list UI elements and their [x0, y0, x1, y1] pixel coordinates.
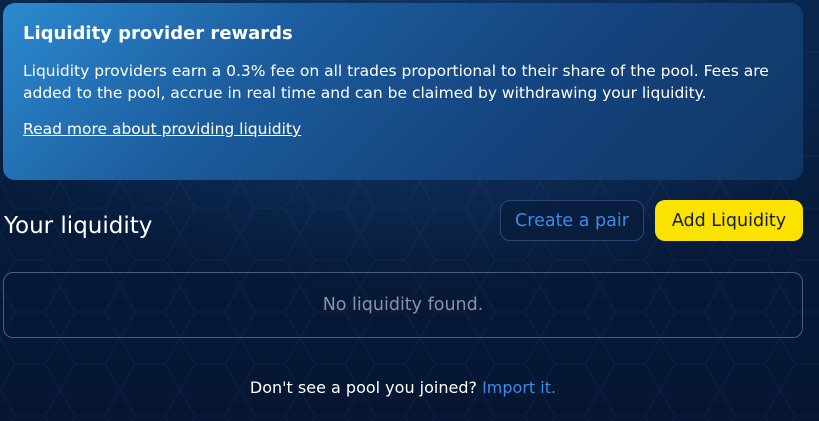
rewards-description-line-1: Liquidity providers earn a 0.3% fee on a… [23, 62, 699, 80]
rewards-info-card: Liquidity provider rewards Liquidity pro… [3, 3, 803, 180]
import-pool-link[interactable]: Import it. [482, 378, 556, 397]
create-pair-button[interactable]: Create a pair [500, 200, 644, 241]
your-liquidity-title: Your liquidity [4, 213, 153, 239]
liquidity-empty-state: No liquidity found. [3, 272, 803, 338]
rewards-title: Liquidity provider rewards [23, 23, 293, 44]
import-prompt-text: Don't see a pool you joined? [249, 378, 477, 397]
import-pool-prompt: Don't see a pool you joined? Import it. [0, 377, 806, 399]
read-more-link[interactable]: Read more about providing liquidity [23, 118, 301, 140]
rewards-description: Liquidity providers earn a 0.3% fee on a… [23, 60, 783, 104]
add-liquidity-button[interactable]: Add Liquidity [655, 200, 803, 241]
no-liquidity-message: No liquidity found. [322, 295, 484, 315]
